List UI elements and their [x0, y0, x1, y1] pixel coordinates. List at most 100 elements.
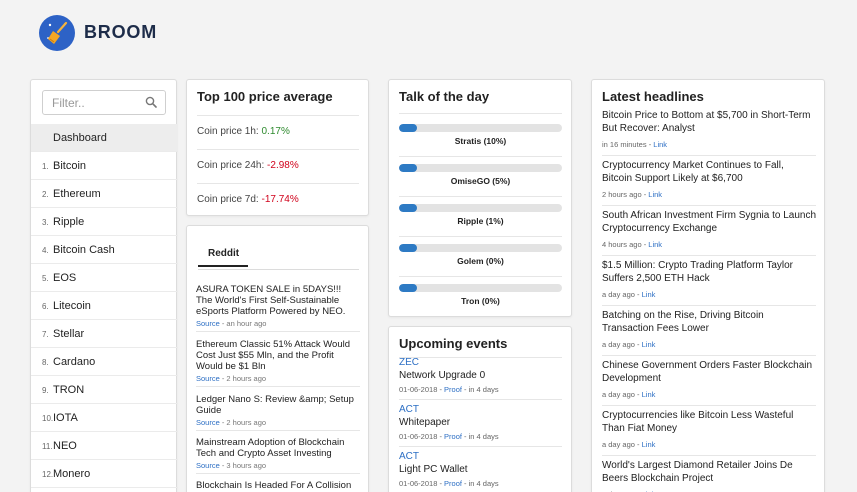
- post-meta: Source - 3 hours ago: [196, 460, 360, 471]
- event-symbol[interactable]: ZEC: [399, 357, 562, 368]
- price-row-7d: Coin price 7d: -17.74%: [197, 183, 359, 217]
- sidebar-item[interactable]: 8. Cardano: [31, 348, 178, 376]
- sidebar-item[interactable]: 6. Litecoin: [31, 292, 178, 320]
- filter-input[interactable]: Filter..: [42, 90, 166, 115]
- sidebar-item-label[interactable]: EOS: [53, 272, 76, 284]
- post-title[interactable]: Ledger Nano S: Review &amp; Setup Guide: [196, 394, 360, 416]
- sidebar: Filter.. Dashboard 1. Bitcoin 2. Ethereum 3. R…: [30, 79, 178, 492]
- price-label: Coin price 7d:: [197, 194, 259, 205]
- sidebar-item[interactable]: 10. IOTA: [31, 404, 178, 432]
- sidebar-item-label[interactable]: Ethereum: [53, 188, 101, 200]
- sidebar-item-label[interactable]: Ripple: [53, 216, 84, 228]
- event-meta: 01-06-2018 - Proof - in 4 days: [399, 432, 562, 441]
- post-meta: Source - 2 hours ago: [196, 417, 360, 428]
- headline-meta: a day ago - Link: [602, 338, 816, 351]
- mention-bar: [399, 164, 562, 172]
- source-link[interactable]: Source: [196, 319, 220, 328]
- event-name: Network Upgrade 0: [399, 370, 486, 381]
- headline-title[interactable]: Chinese Government Orders Faster Blockch…: [602, 359, 816, 385]
- headline-title[interactable]: Batching on the Rise, Driving Bitcoin Tr…: [602, 309, 816, 335]
- sidebar-item-label[interactable]: Litecoin: [53, 300, 91, 312]
- talk-item: Stratis (10%): [399, 124, 562, 154]
- post-title[interactable]: Blockchain Is Headed For A Collision: [196, 480, 360, 491]
- headline-link[interactable]: Link: [642, 340, 656, 349]
- divider: [399, 156, 562, 157]
- event-when: - in 4 days: [461, 385, 499, 394]
- source-link[interactable]: Source: [196, 374, 220, 383]
- proof-link[interactable]: Proof: [444, 432, 462, 441]
- event-meta: 01-06-2018 - Proof - in 4 days: [399, 479, 562, 488]
- talk-item-label: Golem (0%): [457, 256, 504, 266]
- sidebar-item-label[interactable]: Cardano: [53, 356, 95, 368]
- sidebar-item-label[interactable]: Monero: [53, 468, 90, 480]
- headline-title[interactable]: Cryptocurrency Market Continues to Fall,…: [602, 159, 816, 185]
- sidebar-item[interactable]: 12. Monero: [31, 460, 178, 488]
- reddit-post[interactable]: Ethereum Classic 51% Attack Would Cost J…: [196, 339, 360, 384]
- sidebar-item-number: 12.: [42, 470, 54, 479]
- headline-link[interactable]: Link: [653, 140, 667, 149]
- search-icon[interactable]: [145, 96, 157, 111]
- broom-logo-icon[interactable]: [39, 15, 75, 51]
- divider: [602, 155, 816, 156]
- source-link[interactable]: Source: [196, 418, 220, 427]
- price-label: Coin price 24h:: [197, 160, 265, 171]
- talk-item-label: Stratis (10%): [454, 136, 507, 146]
- divider: [196, 430, 360, 431]
- sidebar-item[interactable]: Dashboard: [31, 124, 178, 152]
- source-link[interactable]: Source: [196, 461, 220, 470]
- event-symbol[interactable]: ACT: [399, 451, 562, 462]
- headline-title[interactable]: $1.5 Million: Crypto Trading Platform Ta…: [602, 259, 816, 285]
- headline-link[interactable]: Link: [642, 290, 656, 299]
- sidebar-item-number: 6.: [42, 302, 49, 311]
- headline-item: $1.5 Million: Crypto Trading Platform Ta…: [602, 259, 816, 301]
- proof-link[interactable]: Proof: [444, 385, 462, 394]
- headline-link[interactable]: Link: [648, 240, 662, 249]
- mention-bar-fill: [399, 124, 417, 132]
- headline-item: South African Investment Firm Sygnia to …: [602, 209, 816, 251]
- reddit-post[interactable]: ASURA TOKEN SALE in 5DAYS!!! The World's…: [196, 284, 360, 329]
- proof-link[interactable]: Proof: [444, 479, 462, 488]
- sidebar-item[interactable]: 5. EOS: [31, 264, 178, 292]
- event-date: 01-06-2018 -: [399, 385, 445, 394]
- sidebar-item[interactable]: 4. Bitcoin Cash: [31, 236, 178, 264]
- sidebar-item-label[interactable]: NEO: [53, 440, 77, 452]
- sidebar-item[interactable]: 9. TRON: [31, 376, 178, 404]
- divider: [196, 386, 360, 387]
- headline-title[interactable]: World's Largest Diamond Retailer Joins D…: [602, 459, 816, 485]
- sidebar-item-label[interactable]: Bitcoin Cash: [53, 244, 115, 256]
- sidebar-item[interactable]: 2. Ethereum: [31, 180, 178, 208]
- headline-link[interactable]: Link: [648, 190, 662, 199]
- event-symbol[interactable]: ACT: [399, 404, 562, 415]
- headline-link[interactable]: Link: [642, 440, 656, 449]
- headline-link[interactable]: Link: [642, 390, 656, 399]
- headline-meta: 4 hours ago - Link: [602, 238, 816, 251]
- talk-of-the-day-card: Talk of the day Stratis (10%) OmiseGO (5%…: [388, 79, 572, 317]
- header: BROOM: [0, 0, 857, 66]
- sidebar-item-label[interactable]: Dashboard: [53, 132, 107, 144]
- tab-reddit[interactable]: Reddit: [198, 248, 248, 267]
- headline-meta: 2 hours ago - Link: [602, 188, 816, 201]
- sidebar-item[interactable]: 7. Stellar: [31, 320, 178, 348]
- sidebar-item[interactable]: 1. Bitcoin: [31, 152, 178, 180]
- post-meta: Source - 2 hours ago: [196, 373, 360, 384]
- price-label: Coin price 1h:: [197, 126, 259, 137]
- post-title[interactable]: Ethereum Classic 51% Attack Would Cost J…: [196, 339, 360, 372]
- headline-meta: a day ago - Link: [602, 488, 816, 492]
- sidebar-item[interactable]: 3. Ripple: [31, 208, 178, 236]
- headline-title[interactable]: Cryptocurrencies like Bitcoin Less Waste…: [602, 409, 816, 435]
- reddit-post[interactable]: Blockchain Is Headed For A Collision: [196, 480, 360, 491]
- sidebar-item-label[interactable]: Stellar: [53, 328, 84, 340]
- post-title[interactable]: Mainstream Adoption of Blockchain Tech a…: [196, 437, 360, 459]
- headline-title[interactable]: Bitcoin Price to Bottom at $5,700 in Sho…: [602, 109, 816, 135]
- headline-item: Bitcoin Price to Bottom at $5,700 in Sho…: [602, 109, 816, 151]
- headline-title[interactable]: South African Investment Firm Sygnia to …: [602, 209, 816, 235]
- headline-time: a day ago -: [602, 440, 642, 449]
- event-item: ZEC Network Upgrade 0 01-06-2018 - Proof…: [399, 357, 562, 394]
- sidebar-item-label[interactable]: IOTA: [53, 412, 78, 424]
- post-title[interactable]: ASURA TOKEN SALE in 5DAYS!!! The World's…: [196, 284, 360, 317]
- sidebar-item[interactable]: 11. NEO: [31, 432, 178, 460]
- reddit-post[interactable]: Mainstream Adoption of Blockchain Tech a…: [196, 437, 360, 471]
- reddit-post[interactable]: Ledger Nano S: Review &amp; Setup Guide …: [196, 394, 360, 428]
- sidebar-item-label[interactable]: Bitcoin: [53, 160, 86, 172]
- sidebar-item-label[interactable]: TRON: [53, 384, 84, 396]
